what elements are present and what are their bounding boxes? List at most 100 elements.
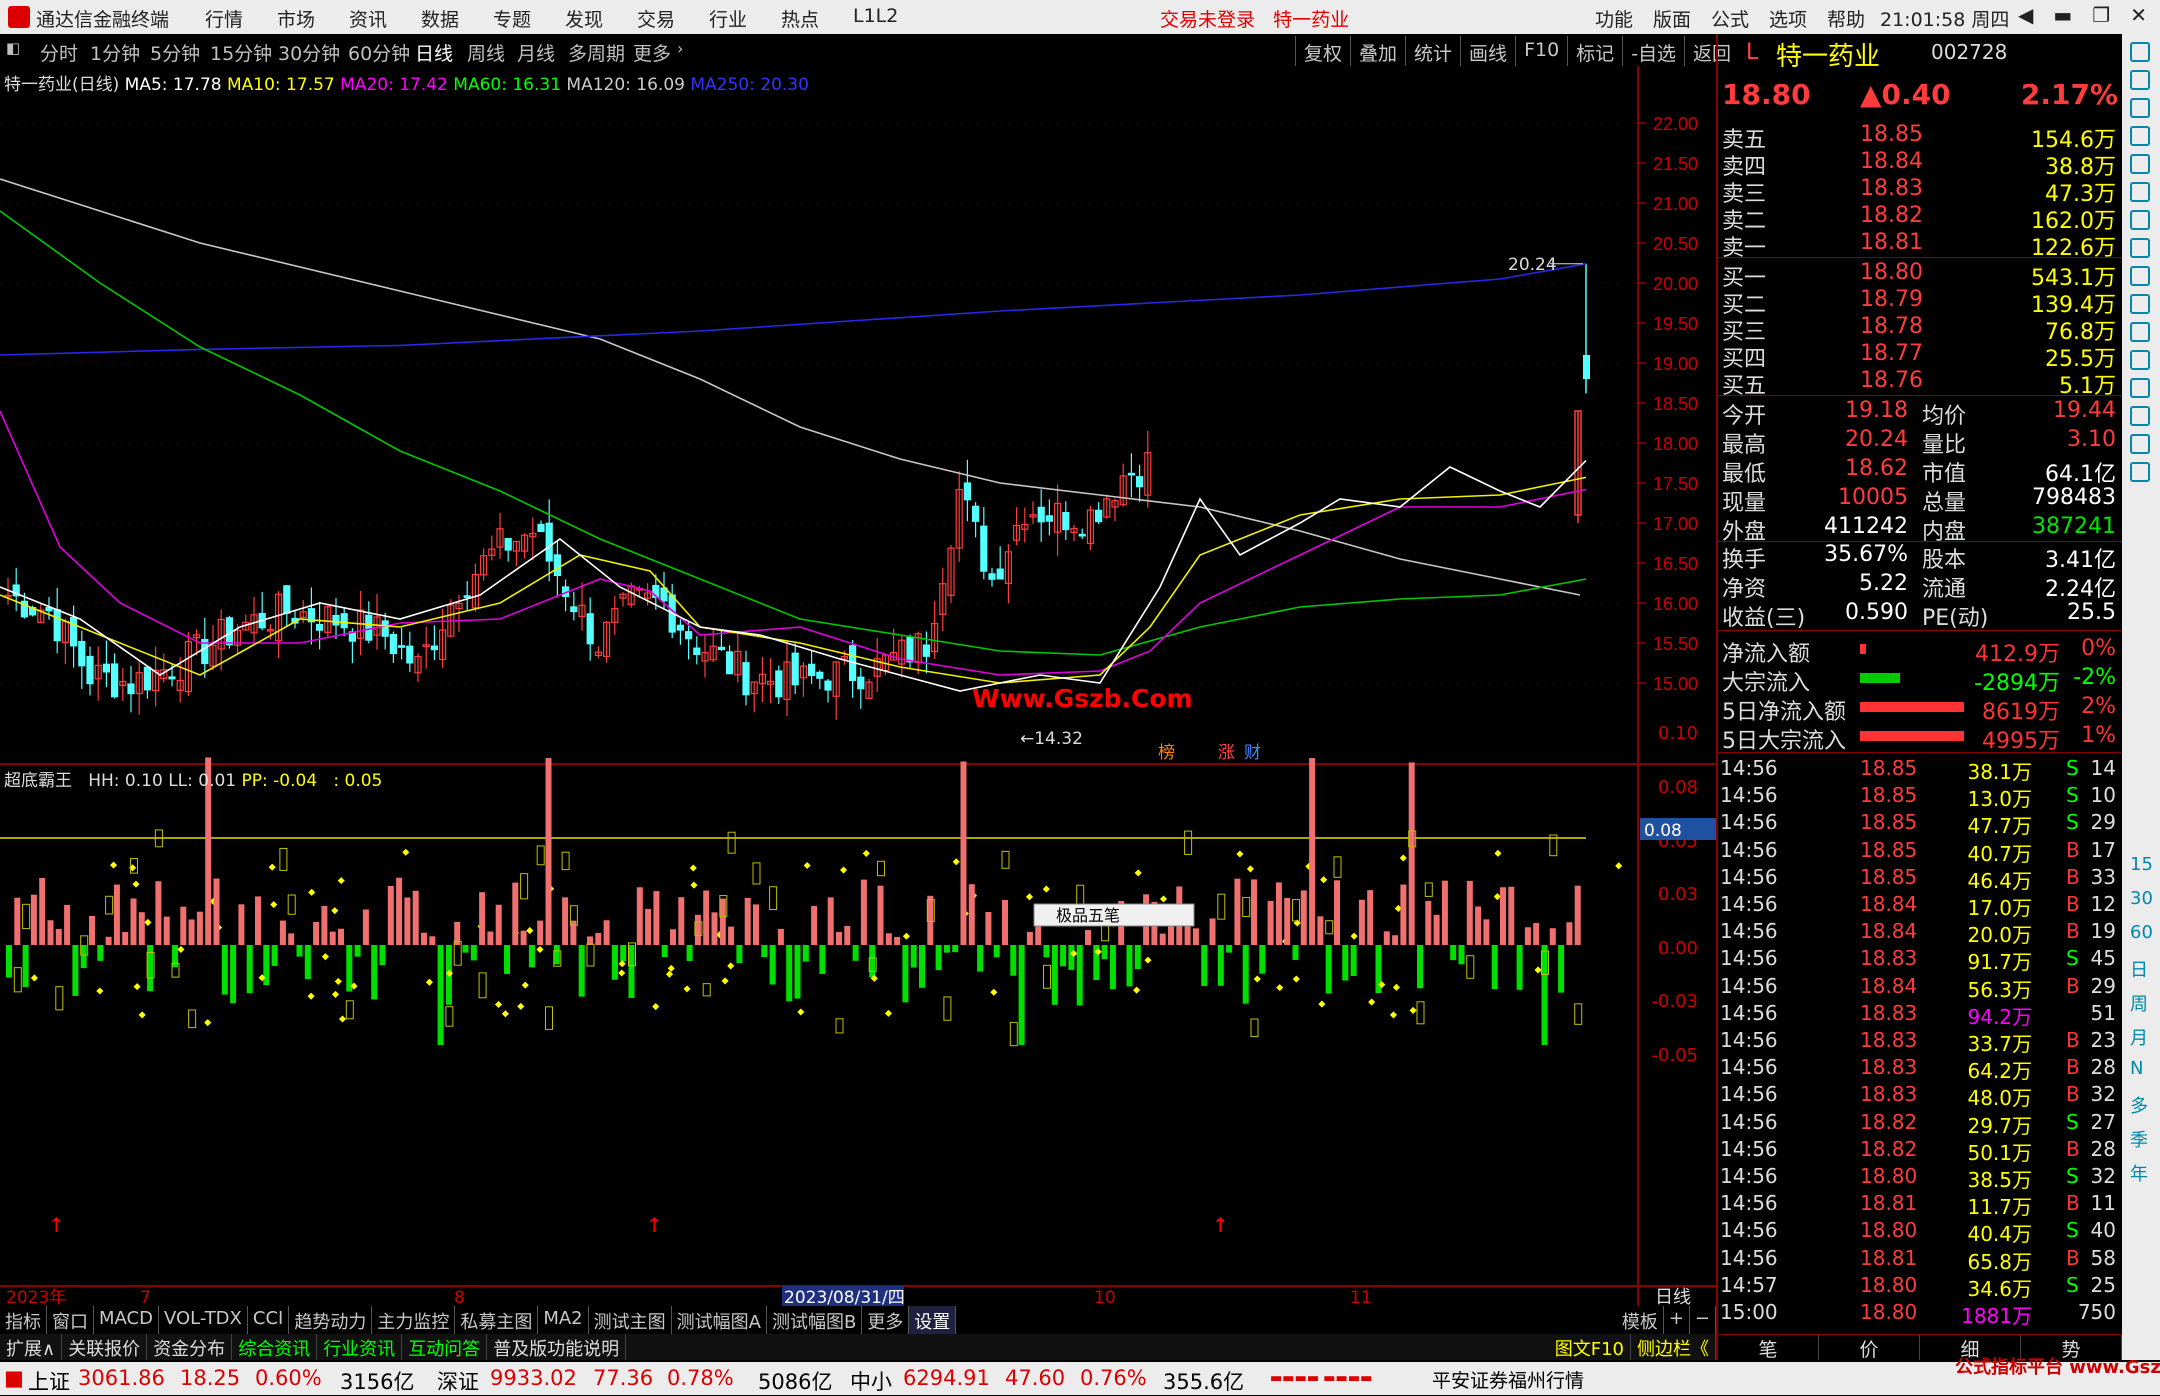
event-marker[interactable]: 涨 [1218,743,1235,763]
back-icon[interactable]: ◀ [2018,3,2033,27]
period-10[interactable]: 更多 [633,39,671,66]
sidebar-period-6[interactable]: 日 [2130,956,2148,982]
sidebar-tool-icon[interactable] [2130,154,2150,174]
sidebar-tool-icon[interactable] [2130,42,2150,62]
zx-name[interactable]: 中小 [850,1366,892,1396]
ext-tab-6[interactable]: 普及版功能说明 [487,1334,627,1360]
tool-2[interactable]: 统计 [1405,36,1460,66]
restore-icon[interactable]: ❐ [2092,3,2110,27]
sidebar-tool-icon[interactable] [2130,462,2150,482]
menu-9[interactable]: L1L2 [853,5,925,32]
indicator-tab-2[interactable]: MACD [94,1306,159,1334]
menu-4[interactable]: 专题 [493,5,565,32]
sidebar-tool-icon[interactable] [2130,238,2150,258]
ext-tab-4[interactable]: 行业资讯 [317,1334,403,1360]
indicator-tab-13[interactable]: 设置 [909,1306,957,1334]
sh-name[interactable]: 上证 [28,1366,70,1396]
tool-4[interactable]: F10 [1515,36,1567,66]
period-0[interactable]: 分时 [40,39,78,66]
period-9[interactable]: 多周期 [568,39,625,66]
panel-toggle-icon[interactable]: ◧ [6,39,20,57]
tool-6[interactable]: -自选 [1622,36,1684,66]
right-menu-0[interactable]: 功能 [1595,5,1653,32]
indicator-tab-7[interactable]: 私募主图 [455,1306,539,1334]
sidebar-tool-icon[interactable] [2130,266,2150,286]
menu-1[interactable]: 市场 [277,5,349,32]
period-4[interactable]: 30分钟 [278,39,340,66]
period-8[interactable]: 月线 [517,39,555,66]
ext-tab-5[interactable]: 互动问答 [402,1334,488,1360]
ext-right-0[interactable]: 图文F10 [1549,1334,1631,1360]
sidebar-period-12[interactable]: 年 [2130,1160,2148,1186]
sidebar-tool-icon[interactable] [2130,182,2150,202]
indicator-tab-1[interactable]: 窗口 [47,1306,94,1334]
sidebar-period-9[interactable]: N [2130,1058,2143,1079]
sidebar-tool-icon[interactable] [2130,70,2150,90]
menu-5[interactable]: 发现 [565,5,637,32]
indicator-tab-11[interactable]: 测试幅图B [767,1306,863,1334]
menu-7[interactable]: 行业 [709,5,781,32]
sidebar-period-10[interactable]: 多 [2130,1092,2148,1118]
indicator-tab-9[interactable]: 测试主图 [589,1306,672,1334]
menu-3[interactable]: 数据 [421,5,493,32]
indicator-tab-3[interactable]: VOL-TDX [159,1306,248,1334]
sidebar-period-4[interactable]: 30 [2130,888,2153,909]
ext-tab-3[interactable]: 综合资讯 [232,1334,318,1360]
period-1[interactable]: 1分钟 [90,39,140,66]
event-marker[interactable]: 榜 [1158,743,1175,763]
indicator-tab-10[interactable]: 测试幅图A [672,1306,767,1334]
template-btn-2[interactable]: − [1690,1306,1716,1334]
sidebar-tool-icon[interactable] [2130,126,2150,146]
indicator-tab-4[interactable]: CCI [248,1306,290,1334]
sidebar-tool-icon[interactable] [2130,434,2150,454]
period-3[interactable]: 15分钟 [210,39,272,66]
tool-1[interactable]: 叠加 [1350,36,1405,66]
tool-5[interactable]: 标记 [1567,36,1622,66]
indicator-tab-5[interactable]: 趋势动力 [289,1306,373,1334]
minimize-icon[interactable]: ▬ [2053,3,2072,27]
tool-3[interactable]: 画线 [1460,36,1515,66]
menu-8[interactable]: 热点 [781,5,853,32]
quote-tab-1[interactable]: 价 [1819,1335,1920,1361]
template-btn-1[interactable]: + [1664,1306,1690,1334]
kline-chart[interactable]: 22.00 21.50 21.00 20.50 20.00 19.50 19.00 18.50… [0,66,1716,1306]
period-2[interactable]: 5分钟 [150,39,200,66]
event-marker[interactable]: 财 [1244,743,1261,763]
indicator-tab-12[interactable]: 更多 [862,1306,910,1334]
close-icon[interactable]: ✕ [2130,3,2147,27]
right-menu-3[interactable]: 选项 [1769,5,1827,32]
sidebar-tool-icon[interactable] [2130,322,2150,342]
sidebar-tool-icon[interactable] [2130,406,2150,426]
template-btn-0[interactable]: 模板 [1617,1306,1664,1334]
ext-tab-0[interactable]: 扩展∧ [0,1334,63,1360]
sz-name[interactable]: 深证 [437,1366,479,1396]
indicator-tab-0[interactable]: 指标 [0,1306,47,1334]
period-6[interactable]: 日线 [415,39,453,66]
indicator-tab-8[interactable]: MA2 [538,1306,589,1334]
period-7[interactable]: 周线 [467,39,505,66]
ext-tab-1[interactable]: 关联报价 [62,1334,148,1360]
ext-tab-2[interactable]: 资金分布 [147,1334,233,1360]
sidebar-period-11[interactable]: 季 [2130,1126,2148,1152]
indicator-tab-6[interactable]: 主力监控 [372,1306,456,1334]
sidebar-period-8[interactable]: 月 [2130,1024,2148,1050]
sidebar-period-7[interactable]: 周 [2130,990,2148,1016]
sidebar-period-5[interactable]: 60 [2130,922,2153,943]
tool-0[interactable]: 复权 [1295,36,1350,66]
sidebar-tool-icon[interactable] [2130,98,2150,118]
right-menu-2[interactable]: 公式 [1711,5,1769,32]
sidebar-tool-icon[interactable] [2130,210,2150,230]
chevron-right-icon[interactable]: › [677,39,683,58]
period-5[interactable]: 60分钟 [348,39,410,66]
quote-tab-0[interactable]: 笔 [1718,1335,1819,1361]
sidebar-tool-icon[interactable] [2130,378,2150,398]
sidebar-tool-icon[interactable] [2130,350,2150,370]
right-menu-1[interactable]: 版面 [1653,5,1711,32]
sidebar-tool-icon[interactable] [2130,294,2150,314]
sidebar-period-3[interactable]: 15 [2130,854,2153,875]
ext-right-1[interactable]: 侧边栏《 [1631,1334,1716,1360]
menu-6[interactable]: 交易 [637,5,709,32]
right-menu-4[interactable]: 帮助 [1827,5,1885,32]
trade-login-warning[interactable]: 交易未登录 特一药业 [1160,5,1349,32]
menu-0[interactable]: 行情 [205,5,277,32]
